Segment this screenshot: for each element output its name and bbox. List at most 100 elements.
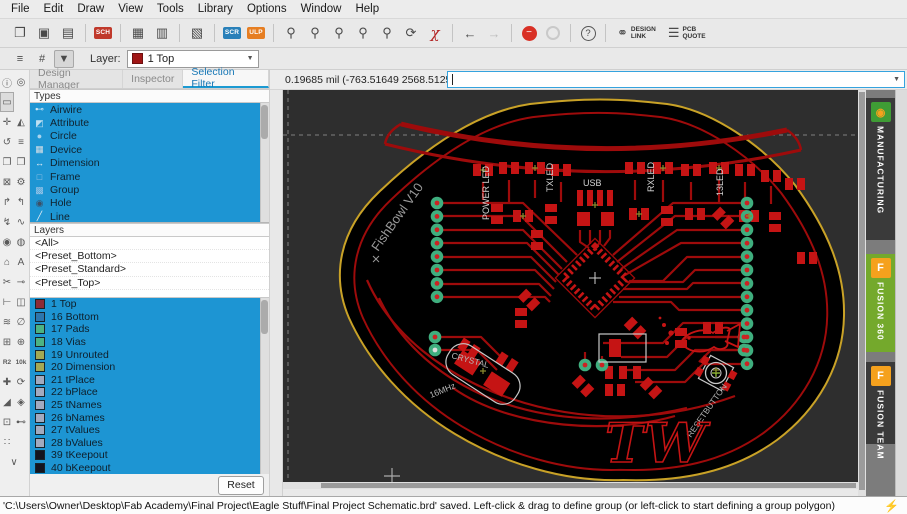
measure-icon[interactable]: ⊷ [14,412,28,432]
preset-row[interactable]: <Preset_Bottom> [30,250,269,263]
cancel-icon[interactable]: χ [423,22,447,44]
toolbar-button[interactable] [85,24,86,42]
delete-icon[interactable]: ⊠ [0,172,14,192]
layer-39-tkeepout[interactable]: 39 tKeepout [30,449,269,462]
filter-icon[interactable]: ▼ [54,50,74,68]
zoom-redraw-icon[interactable]: ⚲ [375,22,399,44]
eye-icon[interactable]: ◎ [14,72,28,92]
layer-21-tplace[interactable]: 21 tPlace [30,374,269,387]
zoom-out-icon[interactable]: ⚲ [327,22,351,44]
redo-icon[interactable]: → [482,22,506,44]
eraser-icon[interactable]: ◢ [0,392,14,412]
ulp-badge[interactable]: ULP [244,22,268,44]
menu-item[interactable]: File [4,1,37,17]
split-icon[interactable]: ✂ [0,272,14,292]
menu-item[interactable]: Window [294,1,349,17]
mark-icon[interactable]: ✚ [0,372,14,392]
pcb-quote-button[interactable]: ☰ PCB QUOTE [662,22,712,44]
command-input[interactable]: ▼ [447,71,905,88]
tab-fusion-team[interactable]: F FUSION TEAM [866,362,895,444]
paste-icon[interactable]: ❒ [14,152,28,172]
attribute-icon[interactable]: ◈ [14,392,28,412]
layer-19-unrouted[interactable]: 19 Unrouted [30,348,269,361]
hole-icon[interactable]: ∅ [14,312,28,332]
grid-icon[interactable]: # [32,50,52,68]
toolbar-button[interactable] [452,24,453,42]
preset-row[interactable]: <All> [30,237,269,250]
horizontal-scrollbar[interactable] [283,482,858,489]
layer-18-vias[interactable]: 18 Vias [30,336,269,349]
undo-icon[interactable]: ← [458,22,482,44]
layer-40-bkeepout[interactable]: 40 bKeepout [30,462,269,474]
layer-16-bottom[interactable]: 16 Bottom [30,311,269,324]
print-icon[interactable]: ▤ [56,22,80,44]
toolbar-button[interactable] [179,24,180,42]
zoom-fit-icon[interactable]: ⚲ [279,22,303,44]
align-icon[interactable]: ≡ [14,132,28,152]
library-manager-icon[interactable]: ▥ [150,22,174,44]
info-icon[interactable]: ⓘ [0,72,14,92]
copy-icon[interactable]: ❐ [0,152,14,172]
pad-icon[interactable]: ◍ [14,232,28,252]
select-icon[interactable]: ▭ [0,92,14,112]
layer-dropdown[interactable]: 1 Top ▼ [127,50,259,68]
preset-row[interactable]: <Preset_Top> [30,277,269,290]
design-link-button[interactable]: ⚭ DESIGN LINK [611,22,662,44]
open-file-icon[interactable]: ❐ [8,22,32,44]
add-part-icon[interactable]: ⊞ [0,332,14,352]
layer-17-pads[interactable]: 17 Pads [30,323,269,336]
text-icon[interactable]: A [14,252,28,272]
wrench-icon[interactable]: ⚙ [14,172,28,192]
menu-item[interactable]: Options [240,1,294,17]
run-icon[interactable]: ● [541,22,565,44]
type-device[interactable]: ▦ Device [30,143,269,156]
toolbar-button[interactable] [605,24,606,42]
vertical-scrollbar[interactable] [858,90,866,496]
library-icon[interactable]: ▧ [185,22,209,44]
zoom-in-icon[interactable]: ⚲ [303,22,327,44]
type-line[interactable]: ╱ Line [30,210,269,223]
tab-inspector[interactable]: Inspector [123,70,183,88]
connect-icon[interactable]: ⊕ [14,332,28,352]
layer-27-tvalues[interactable]: 27 tValues [30,424,269,437]
layer-20-dimension[interactable]: 20 Dimension [30,361,269,374]
layer-28-bvalues[interactable]: 28 bValues [30,437,269,450]
toolbar-button[interactable] [120,24,121,42]
help-icon[interactable]: ? [576,22,600,44]
type-airwire[interactable]: ⊷ Airwire [30,103,269,116]
type-attribute[interactable]: ◩ Attribute [30,116,269,129]
optimize-icon[interactable]: ⟳ [14,372,28,392]
refresh-icon[interactable]: ⟳ [399,22,423,44]
schematic-badge[interactable]: SCH [91,22,115,44]
display-layers-icon[interactable]: ≡ [10,50,30,68]
via-icon[interactable]: ◉ [0,232,14,252]
pcb-canvas[interactable]: FishBowl V10 POWER LED TXLED USB RXLED 1… [283,90,858,482]
menu-item[interactable]: Help [348,1,386,17]
type-dimension[interactable]: ↔ Dimension [30,157,269,170]
type-hole[interactable]: ◉ Hole [30,197,269,210]
tab-manufacturing[interactable]: ◉ MANUFACTURING [866,98,895,240]
scr-badge[interactable]: SCR [220,22,244,44]
route-diag-icon[interactable]: ↯ [0,212,14,232]
grid-dots-icon[interactable]: ∷ [0,432,14,452]
toolbar-button[interactable] [273,24,274,42]
signal-icon[interactable]: ≋ [0,312,14,332]
rotate-icon[interactable]: ↺ [0,132,14,152]
layer-26-bnames[interactable]: 26 bNames [30,411,269,424]
mirror-icon[interactable]: ◭ [14,112,28,132]
tab-selection-filter[interactable]: Selection Filter [183,70,269,88]
type-group[interactable]: ▩ Group [30,183,269,196]
smash-icon[interactable]: ◫ [14,292,28,312]
menu-item[interactable]: Tools [150,1,191,17]
reset-button[interactable]: Reset [218,476,264,495]
preset-row[interactable]: <Preset_Standard> [30,263,269,276]
layer-25-tnames[interactable]: 25 tNames [30,399,269,412]
menu-item[interactable]: Draw [70,1,111,17]
menu-item[interactable]: View [111,1,150,17]
more-tools-icon[interactable]: ∨ [0,452,28,472]
types-scrollbar[interactable] [260,103,269,222]
save-icon[interactable]: ▣ [32,22,56,44]
toolbar-button[interactable] [511,24,512,42]
ripup-icon[interactable]: ↰ [14,192,28,212]
replace-icon[interactable]: R2 [0,352,14,372]
